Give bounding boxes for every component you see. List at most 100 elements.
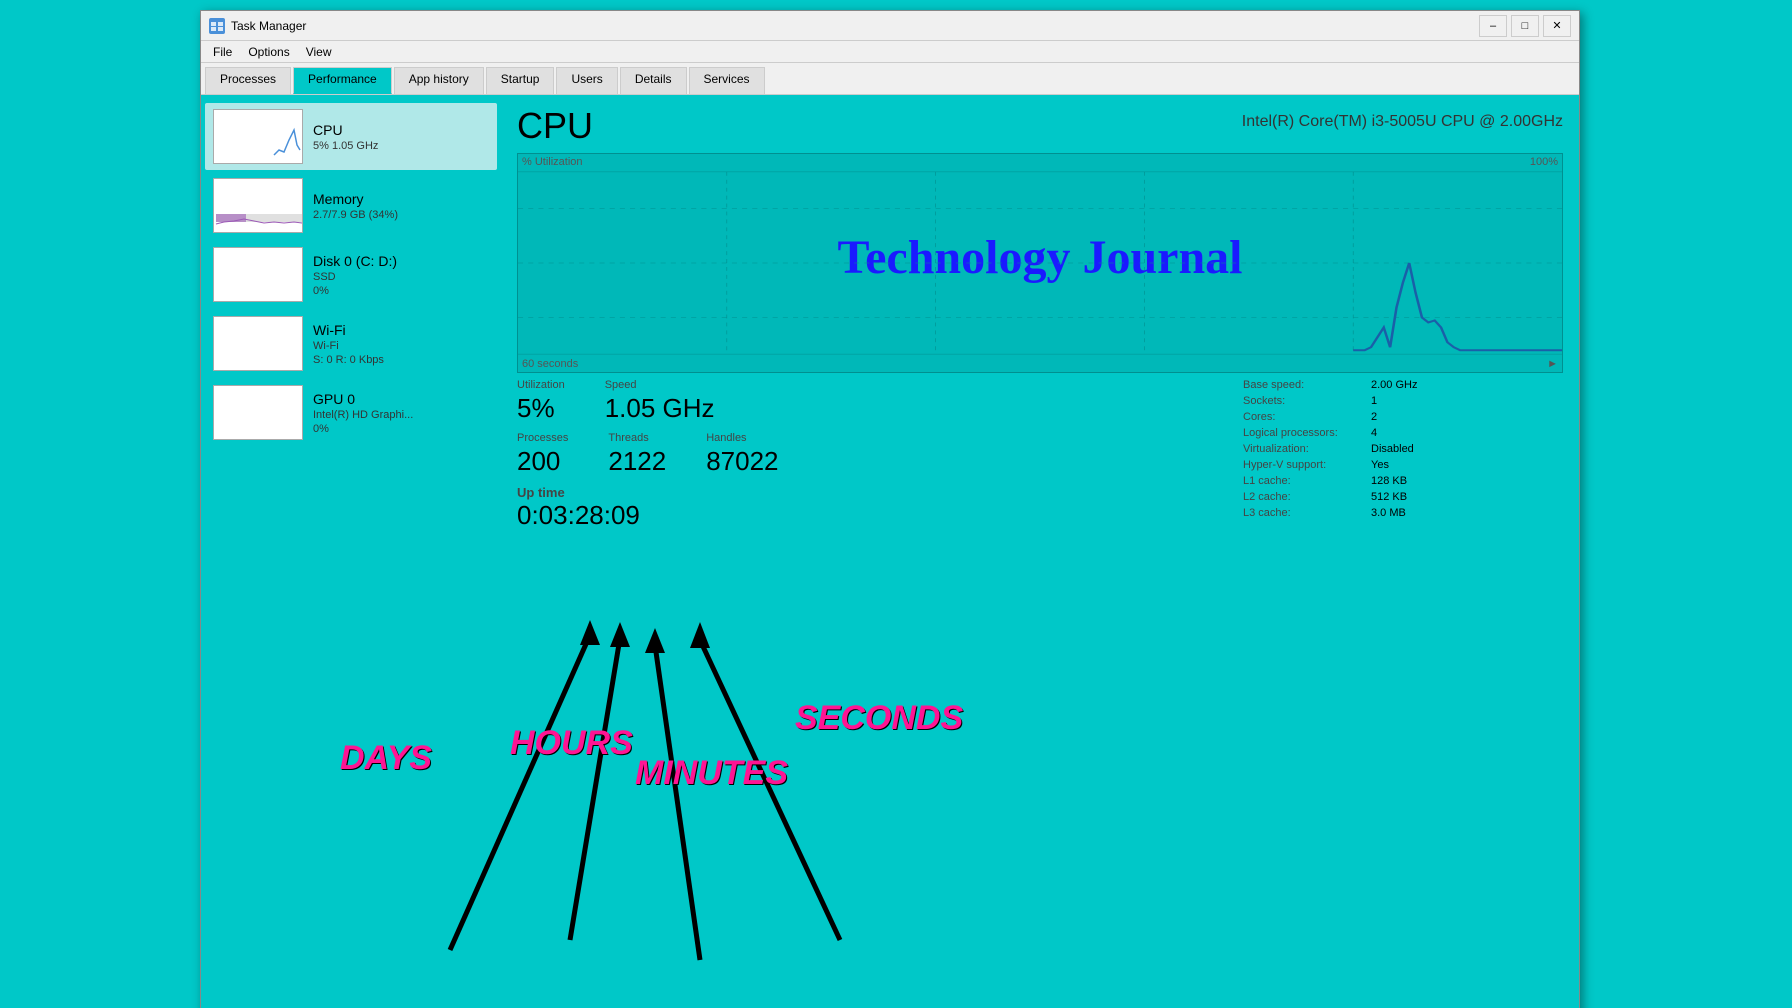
- menu-view[interactable]: View: [298, 43, 340, 60]
- l3-cache-key: L3 cache:: [1243, 507, 1363, 519]
- sidebar: CPU 5% 1.05 GHz M: [201, 95, 501, 1008]
- graph-scroll-indicator: ►: [1547, 358, 1558, 370]
- speed-value: 1.05 GHz: [605, 393, 715, 424]
- logical-processors-key: Logical processors:: [1243, 427, 1363, 439]
- l2-cache-key: L2 cache:: [1243, 491, 1363, 503]
- cpu-header: CPU Intel(R) Core(TM) i3-5005U CPU @ 2.0…: [517, 105, 1563, 147]
- cores-key: Cores:: [1243, 411, 1363, 423]
- disk-sidebar-name: Disk 0 (C: D:): [313, 253, 489, 269]
- stats-left: Utilization 5% Speed 1.05 GHz Process: [517, 379, 1227, 531]
- tab-startup[interactable]: Startup: [486, 67, 555, 94]
- info-hyper-v: Hyper-V support: Yes: [1243, 459, 1563, 471]
- handles-label: Handles: [706, 432, 778, 444]
- gpu-sidebar-info: GPU 0 Intel(R) HD Graphi... 0%: [313, 391, 489, 435]
- wifi-sidebar-detail1: Wi-Fi: [313, 340, 489, 352]
- menu-options[interactable]: Options: [240, 43, 297, 60]
- cpu-graph: % Utilization 100% Technology Journal: [517, 153, 1563, 373]
- handles-value: 87022: [706, 446, 778, 477]
- gpu-sidebar-name: GPU 0: [313, 391, 489, 407]
- threads-value: 2122: [608, 446, 666, 477]
- tab-performance[interactable]: Performance: [293, 67, 392, 94]
- sidebar-item-memory[interactable]: Memory 2.7/7.9 GB (34%): [205, 172, 497, 239]
- info-table: Base speed: 2.00 GHz Sockets: 1 Cores: 2: [1243, 379, 1563, 531]
- logical-processors-val: 4: [1371, 427, 1377, 439]
- info-sockets: Sockets: 1: [1243, 395, 1563, 407]
- info-l1-cache: L1 cache: 128 KB: [1243, 475, 1563, 487]
- menu-file[interactable]: File: [205, 43, 240, 60]
- tab-services[interactable]: Services: [689, 67, 765, 94]
- sockets-val: 1: [1371, 395, 1377, 407]
- disk-sidebar-detail2: 0%: [313, 285, 489, 297]
- hyper-v-key: Hyper-V support:: [1243, 459, 1363, 471]
- maximize-button[interactable]: □: [1511, 15, 1539, 37]
- menu-bar: File Options View: [201, 41, 1579, 63]
- info-logical-processors: Logical processors: 4: [1243, 427, 1563, 439]
- memory-sidebar-info: Memory 2.7/7.9 GB (34%): [313, 191, 489, 221]
- memory-thumbnail: [213, 178, 303, 233]
- cpu-sidebar-info: CPU 5% 1.05 GHz: [313, 122, 489, 152]
- graph-time-label: 60 seconds: [522, 358, 578, 370]
- wifi-thumbnail: [213, 316, 303, 371]
- cores-val: 2: [1371, 411, 1377, 423]
- gpu-sidebar-detail2: 0%: [313, 423, 489, 435]
- hours-annotation: HOURS: [510, 724, 633, 763]
- seconds-annotation: SECONDS: [795, 699, 963, 738]
- gpu-thumbnail: [213, 385, 303, 440]
- threads-label: Threads: [608, 432, 666, 444]
- l2-cache-val: 512 KB: [1371, 491, 1407, 503]
- utilization-block: Utilization 5%: [517, 379, 565, 424]
- processes-block: Processes 200: [517, 432, 568, 477]
- sidebar-item-gpu[interactable]: GPU 0 Intel(R) HD Graphi... 0%: [205, 379, 497, 446]
- tab-users[interactable]: Users: [556, 67, 617, 94]
- disk-thumbnail: [213, 247, 303, 302]
- info-cores: Cores: 2: [1243, 411, 1563, 423]
- sidebar-item-wifi[interactable]: Wi-Fi Wi-Fi S: 0 R: 0 Kbps: [205, 310, 497, 377]
- sockets-key: Sockets:: [1243, 395, 1363, 407]
- disk-sidebar-info: Disk 0 (C: D:) SSD 0%: [313, 253, 489, 297]
- window-title: Task Manager: [231, 19, 306, 33]
- days-annotation: DAYS: [340, 739, 432, 778]
- virtualization-key: Virtualization:: [1243, 443, 1363, 455]
- cpu-sidebar-name: CPU: [313, 122, 489, 138]
- base-speed-val: 2.00 GHz: [1371, 379, 1417, 391]
- wifi-sidebar-detail2: S: 0 R: 0 Kbps: [313, 354, 489, 366]
- tab-app-history[interactable]: App history: [394, 67, 484, 94]
- virtualization-val: Disabled: [1371, 443, 1414, 455]
- processes-label: Processes: [517, 432, 568, 444]
- hyper-v-val: Yes: [1371, 459, 1389, 471]
- sidebar-item-disk[interactable]: Disk 0 (C: D:) SSD 0%: [205, 241, 497, 308]
- base-speed-key: Base speed:: [1243, 379, 1363, 391]
- uptime-label: Up time: [517, 485, 1227, 500]
- utilization-value: 5%: [517, 393, 565, 424]
- threads-block: Threads 2122: [608, 432, 666, 477]
- main-content: CPU 5% 1.05 GHz M: [201, 95, 1579, 1008]
- cpu-model: Intel(R) Core(TM) i3-5005U CPU @ 2.00GHz: [1242, 113, 1563, 131]
- uptime-value: 0:03:28:09: [517, 500, 1227, 531]
- wifi-sidebar-name: Wi-Fi: [313, 322, 489, 338]
- close-button[interactable]: ✕: [1543, 15, 1571, 37]
- l1-cache-val: 128 KB: [1371, 475, 1407, 487]
- wifi-sidebar-info: Wi-Fi Wi-Fi S: 0 R: 0 Kbps: [313, 322, 489, 366]
- app-icon: [209, 18, 225, 34]
- minutes-annotation: MINUTES: [635, 754, 788, 793]
- gpu-sidebar-detail1: Intel(R) HD Graphi...: [313, 409, 489, 421]
- cpu-title: CPU: [517, 105, 593, 147]
- utilization-label: Utilization: [517, 379, 565, 391]
- disk-sidebar-detail1: SSD: [313, 271, 489, 283]
- info-base-speed: Base speed: 2.00 GHz: [1243, 379, 1563, 391]
- right-panel: CPU Intel(R) Core(TM) i3-5005U CPU @ 2.0…: [501, 95, 1579, 1008]
- info-l2-cache: L2 cache: 512 KB: [1243, 491, 1563, 503]
- window-controls: – □ ✕: [1479, 15, 1571, 37]
- speed-label: Speed: [605, 379, 715, 391]
- memory-sidebar-name: Memory: [313, 191, 489, 207]
- handles-block: Handles 87022: [706, 432, 778, 477]
- info-virtualization: Virtualization: Disabled: [1243, 443, 1563, 455]
- minimize-button[interactable]: –: [1479, 15, 1507, 37]
- title-bar: Task Manager – □ ✕: [201, 11, 1579, 41]
- tab-details[interactable]: Details: [620, 67, 687, 94]
- tab-processes[interactable]: Processes: [205, 67, 291, 94]
- memory-sidebar-detail: 2.7/7.9 GB (34%): [313, 209, 489, 221]
- cpu-chart-svg: [518, 154, 1562, 372]
- processes-value: 200: [517, 446, 568, 477]
- sidebar-item-cpu[interactable]: CPU 5% 1.05 GHz: [205, 103, 497, 170]
